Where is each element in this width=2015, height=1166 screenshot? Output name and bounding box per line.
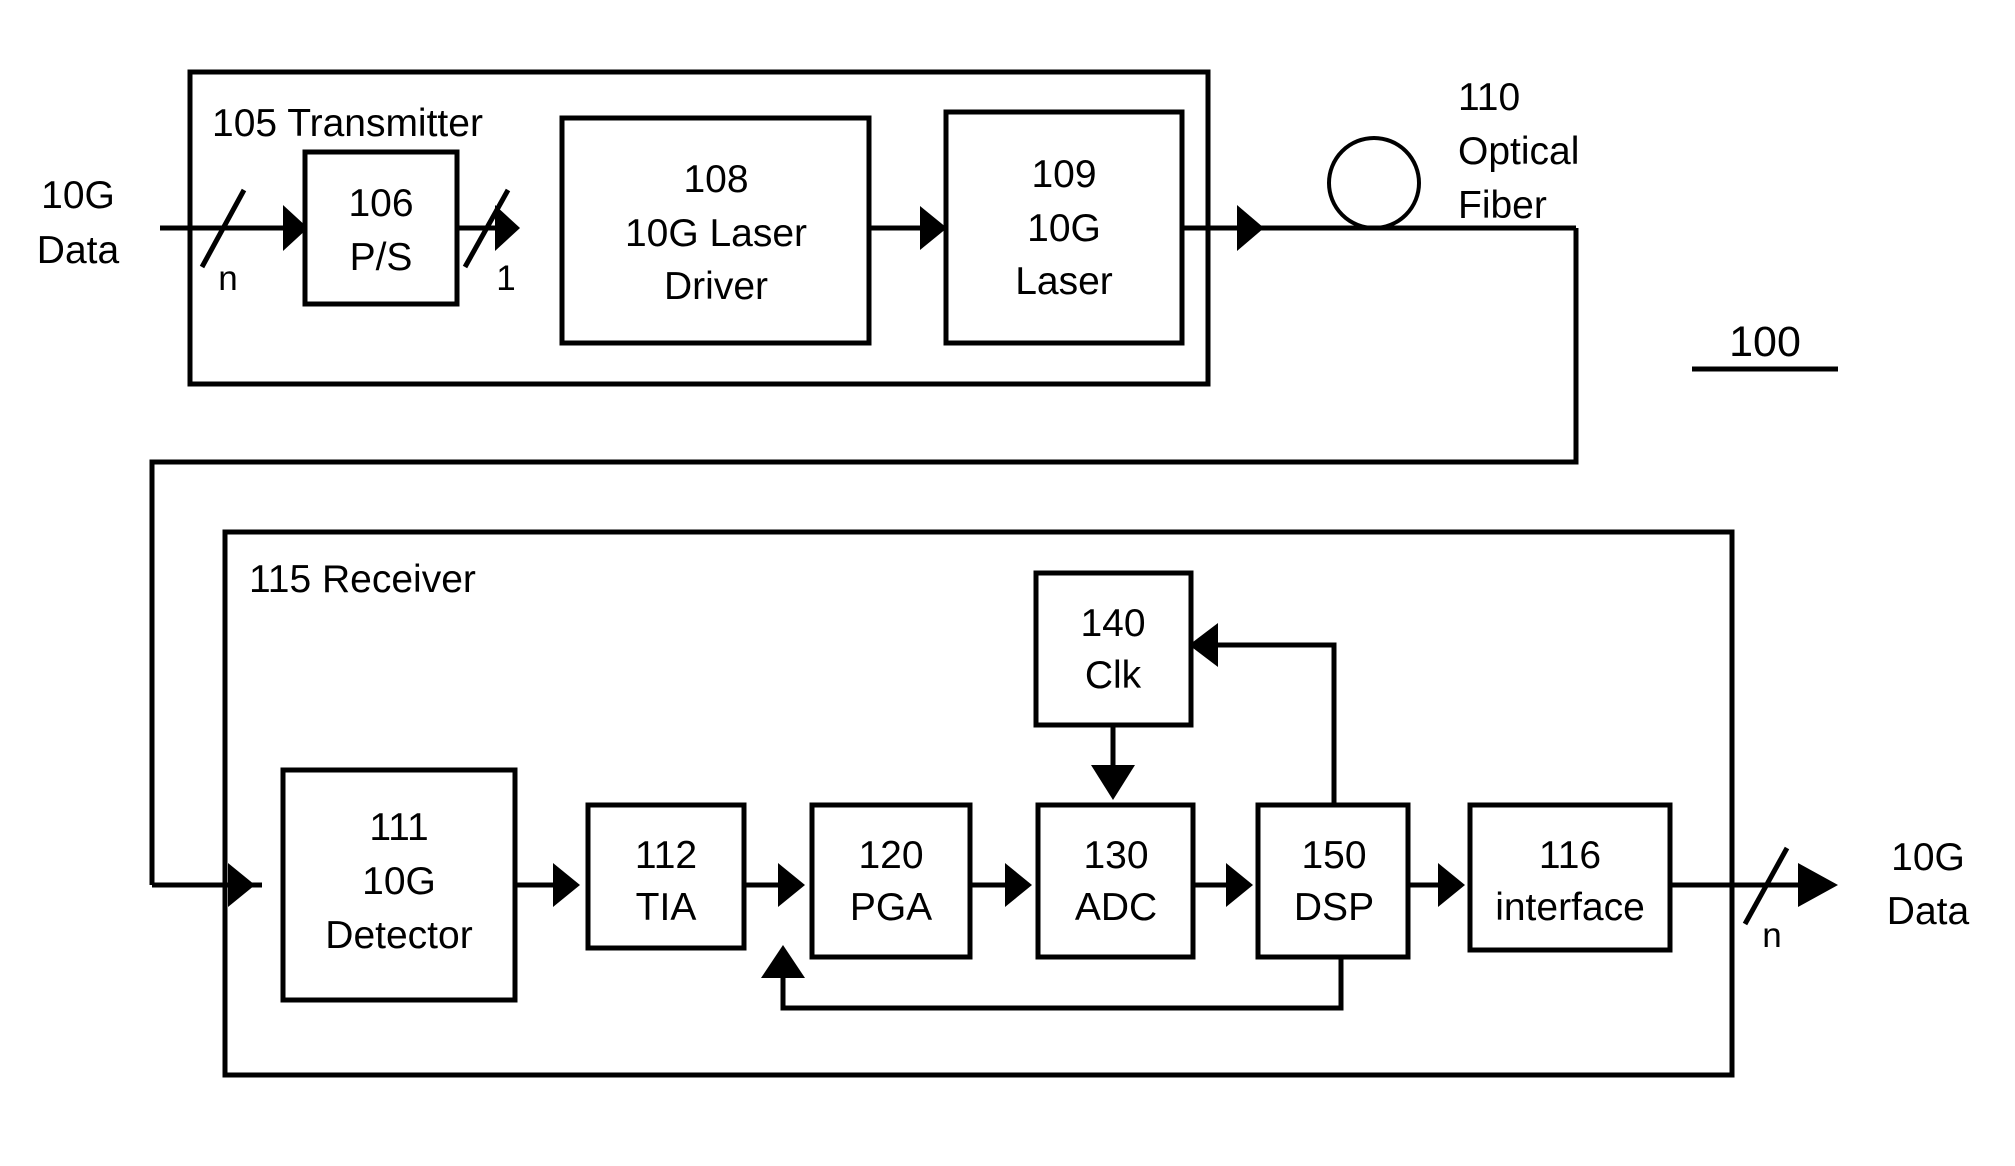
arrowhead-fiber-to-detector (228, 863, 255, 907)
arrowhead-detector-to-tia (553, 863, 580, 907)
input-signal-line2: Data (37, 229, 120, 272)
fiber-label-line2: Fiber (1458, 184, 1547, 227)
transmitter-group-label: 105 Transmitter (212, 102, 483, 145)
arrowhead-clk-to-adc (1091, 765, 1135, 800)
block-130-number: 130 (1083, 834, 1148, 877)
output-signal-line1: 10G (1891, 836, 1965, 879)
block-140-label: Clk (1085, 654, 1142, 697)
bus-width-label-tx-serial: 1 (496, 259, 515, 298)
arrowhead-ps-to-driver (495, 205, 520, 251)
block-116-label: interface (1495, 886, 1645, 929)
block-109-number: 109 (1031, 153, 1096, 196)
block-108-label-line2: Driver (664, 265, 768, 308)
block-108-number: 108 (683, 158, 748, 201)
block-106-number: 106 (348, 182, 413, 225)
optical-fiber-loop-icon (1327, 136, 1421, 230)
arrowhead-laser-to-fiber (1237, 205, 1264, 251)
block-111-number: 111 (369, 806, 428, 849)
block-109-label-line2: Laser (1015, 260, 1113, 303)
block-130-adc[interactable] (1035, 802, 1196, 960)
block-108-label-line1: 10G Laser (625, 212, 807, 255)
arrowhead-driver-to-laser (920, 206, 947, 250)
block-150-number: 150 (1301, 834, 1366, 877)
input-signal-line1: 10G (41, 174, 115, 217)
fiber-number-label: 110 (1458, 76, 1520, 119)
arrowhead-adc-to-dsp (1226, 863, 1253, 907)
block-112-number: 112 (635, 834, 697, 877)
block-140-clk[interactable] (1033, 570, 1194, 728)
output-signal-line2: Data (1887, 890, 1970, 933)
block-116-number: 116 (1539, 834, 1601, 877)
block-140-number: 140 (1080, 602, 1145, 645)
wire-dsp-to-pga (780, 957, 1344, 1011)
block-150-dsp[interactable] (1255, 802, 1411, 960)
block-112-label: TIA (636, 886, 697, 929)
arrowhead-pga-to-adc (1005, 863, 1032, 907)
block-120-number: 120 (858, 834, 923, 877)
block-diagram-figure: 100 105 Transmitter 10G Data n 106 P/S 1… (37, 69, 1970, 1078)
block-120-label: PGA (850, 886, 932, 929)
block-120-pga[interactable] (809, 802, 973, 960)
block-111-label-line1: 10G (362, 860, 436, 903)
bus-width-label-rx-output: n (1762, 916, 1781, 955)
block-130-label: ADC (1075, 886, 1157, 929)
figure-reference-numeral: 100 (1729, 318, 1801, 366)
receiver-group-label: 115 Receiver (249, 558, 476, 601)
fiber-label-line1: Optical (1458, 130, 1579, 173)
block-106-label: P/S (350, 236, 413, 279)
block-106-ps[interactable] (302, 149, 460, 307)
arrowhead-tia-to-pga (778, 863, 805, 907)
wire-dsp-to-clk (1215, 642, 1337, 805)
bus-width-label-tx-input: n (218, 259, 237, 298)
arrowhead-dsp-to-pga (761, 945, 805, 978)
block-111-label-line2: Detector (325, 914, 472, 957)
block-150-label: DSP (1294, 886, 1374, 929)
arrowhead-dsp-to-interface (1438, 863, 1465, 907)
block-109-label-line1: 10G (1027, 207, 1101, 250)
arrowhead-output (1798, 863, 1838, 907)
